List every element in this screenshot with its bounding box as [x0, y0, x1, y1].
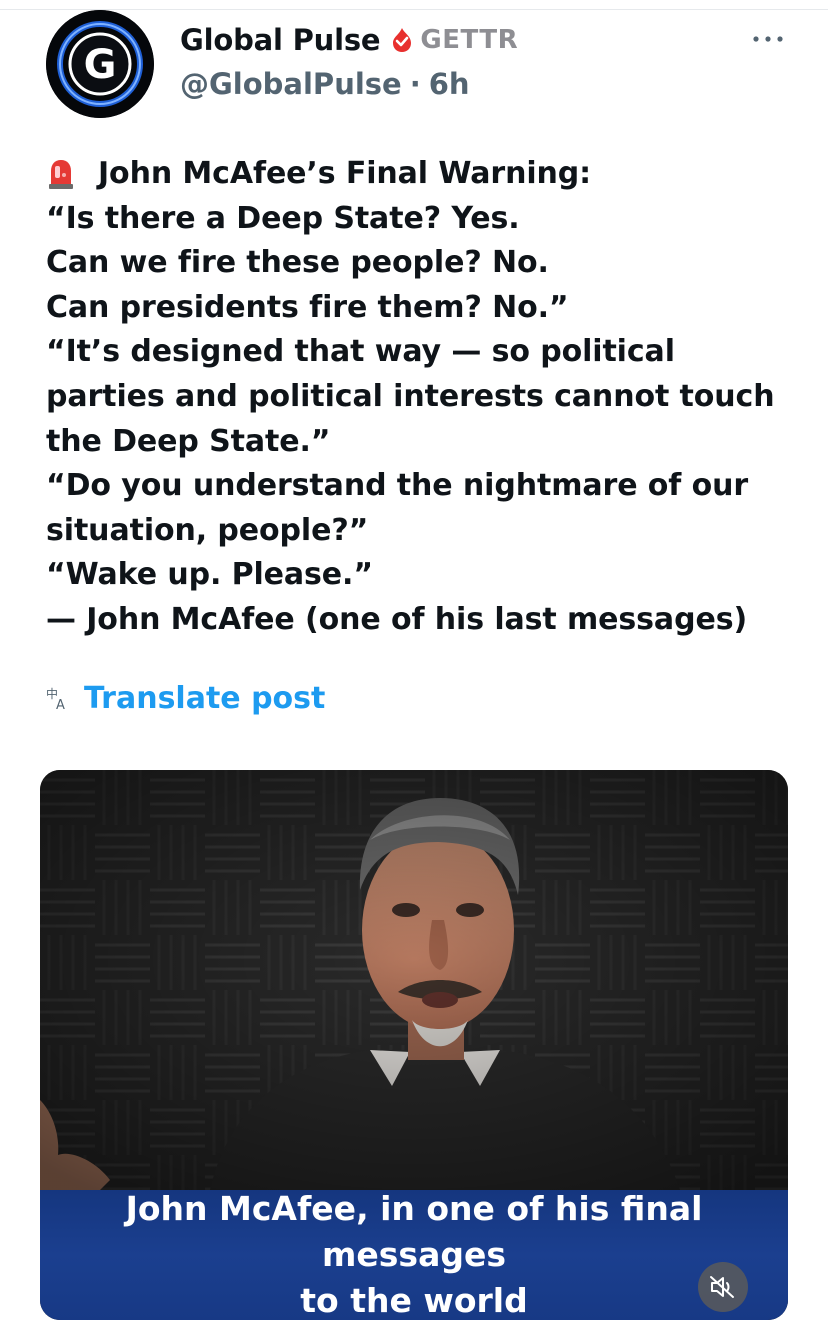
- post-line: “Wake up. Please.”: [46, 557, 373, 593]
- avatar-letter: G: [84, 42, 117, 88]
- author-display-name[interactable]: Global Pulse: [180, 23, 381, 57]
- post-line: John McAfee’s Final Warning:: [46, 152, 806, 197]
- video-player[interactable]: John McAfee, in one of his final message…: [40, 770, 788, 1320]
- post-line: “Is there a Deep State? Yes.: [46, 200, 520, 236]
- mute-toggle-button[interactable]: [698, 1262, 748, 1312]
- globe-logo-icon: G: [46, 10, 154, 118]
- post-line: parties and political interests cannot t…: [46, 378, 775, 414]
- post-text: John McAfee’s Final Warning: “Is there a…: [46, 152, 806, 643]
- avatar[interactable]: G: [46, 10, 154, 118]
- more-options-button[interactable]: [748, 24, 788, 54]
- more-options-icon: [753, 36, 783, 42]
- author-handle-row: @GlobalPulse · 6h: [180, 64, 470, 104]
- separator-dot: ·: [409, 67, 421, 101]
- svg-text:A: A: [56, 698, 65, 711]
- gettr-badge: GETTR: [390, 25, 518, 55]
- caption-line-2: to the world: [300, 1281, 528, 1320]
- translate-post-label: Translate post: [84, 680, 326, 716]
- siren-emoji-icon: [49, 160, 73, 190]
- post-line: — John McAfee (one of his last messages): [46, 601, 748, 637]
- caption-line-1: John McAfee, in one of his final message…: [125, 1189, 703, 1274]
- post-line: Can we fire these people? No.: [46, 245, 549, 281]
- post-line: Can presidents fire them? No.”: [46, 289, 569, 325]
- muted-speaker-icon: [710, 1276, 734, 1298]
- post-headline: John McAfee’s Final Warning:: [98, 156, 592, 191]
- author-name-row: Global Pulse GETTR: [180, 20, 518, 60]
- post-line: situation, people?”: [46, 512, 369, 548]
- translate-icon: 中 A: [46, 686, 65, 711]
- post-timestamp: 6h: [428, 67, 470, 101]
- translate-post-link[interactable]: 中 A Translate post: [46, 676, 325, 720]
- post-line: “Do you understand the nightmare of our: [46, 468, 749, 504]
- gettr-label: GETTR: [420, 25, 519, 55]
- post-line: the Deep State.”: [46, 423, 331, 459]
- video-caption: John McAfee, in one of his final message…: [40, 1189, 788, 1320]
- author-handle[interactable]: @GlobalPulse: [180, 67, 402, 101]
- top-divider: [0, 9, 828, 10]
- gettr-flame-icon: [393, 28, 412, 52]
- post-line: “It’s designed that way — so political: [46, 334, 675, 370]
